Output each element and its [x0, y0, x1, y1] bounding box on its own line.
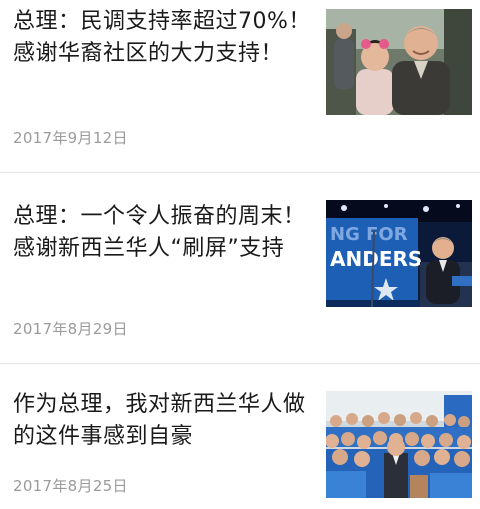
article-date: 2017年8月29日 — [13, 320, 128, 338]
supporters-group-photo — [326, 391, 472, 498]
article-thumbnail[interactable] — [326, 9, 472, 115]
article-date: 2017年9月12日 — [13, 129, 128, 147]
article-item[interactable]: 总理：民调支持率超过70%！感谢华裔社区的大力支持！ 2017年9月12日 — [0, 0, 480, 172]
article-item[interactable]: 作为总理，我对新西兰华人做的这件事感到自豪 2017年8月25日 — [0, 364, 480, 509]
banner-text-line2: ANDERS — [330, 247, 422, 271]
banner-text-line1: NG FOR — [330, 224, 408, 245]
article-feed: 总理：民调支持率超过70%！感谢华裔社区的大力支持！ 2017年9月12日 总理… — [0, 0, 480, 509]
article-item[interactable]: 总理：一个令人振奋的周末！感谢新西兰华人“刷屏”支持 2017年8月29日 NG… — [0, 173, 480, 363]
article-title[interactable]: 作为总理，我对新西兰华人做的这件事感到自豪 — [13, 389, 313, 453]
article-thumbnail[interactable] — [326, 391, 472, 498]
article-thumbnail[interactable]: NG FOR ANDERS — [326, 200, 472, 307]
article-title[interactable]: 总理：民调支持率超过70%！感谢华裔社区的大力支持！ — [13, 6, 313, 70]
pm-with-child-photo — [326, 9, 472, 115]
article-title[interactable]: 总理：一个令人振奋的周末！感谢新西兰华人“刷屏”支持 — [13, 201, 313, 265]
campaign-stage-photo: NG FOR ANDERS — [326, 200, 472, 307]
article-date: 2017年8月25日 — [13, 477, 128, 495]
